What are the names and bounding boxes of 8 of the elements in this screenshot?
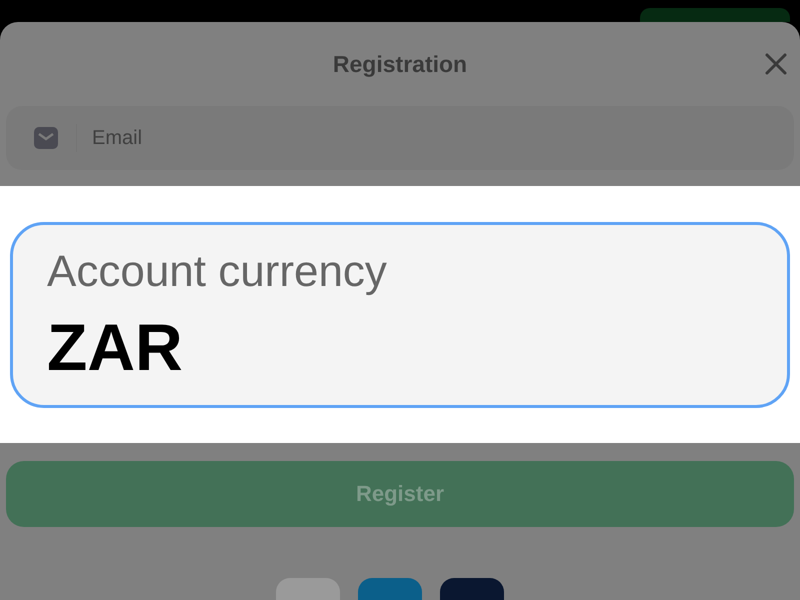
email-field[interactable]: Email	[6, 106, 794, 170]
close-icon[interactable]	[764, 52, 788, 76]
field-value: ZAR	[47, 308, 184, 384]
dialog-title: Registration	[332, 50, 468, 78]
currency-field[interactable]: Account currency ZAR	[10, 222, 790, 408]
top-button[interactable]	[640, 8, 790, 22]
field-label: Account currency	[47, 246, 388, 296]
envelope-icon	[34, 127, 58, 149]
